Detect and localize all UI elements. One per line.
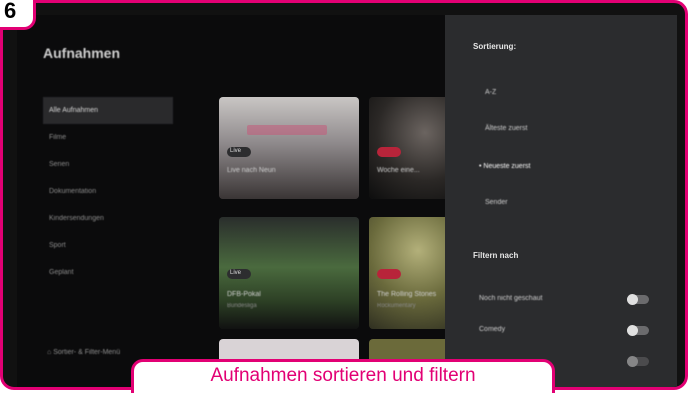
nav-item-kids[interactable]: Kindersendungen <box>43 205 173 232</box>
card-title: Woche eine... <box>377 167 420 174</box>
nav-item-series[interactable]: Serien <box>43 151 173 178</box>
nav-item-scheduled[interactable]: Geplant <box>43 259 173 286</box>
filter-label: Comedy <box>479 326 506 333</box>
tv-screen: Aufnahmen Alle Aufnahmen Filme Serien Do… <box>17 15 677 387</box>
sort-option-oldest-first[interactable]: Älteste zuerst <box>485 125 527 132</box>
sort-option-channel[interactable]: Sender <box>485 199 508 206</box>
card-title: Live nach Neun <box>227 167 276 174</box>
recording-badge <box>377 269 401 279</box>
toggle-knob <box>627 294 638 305</box>
filter-toggle[interactable] <box>627 294 649 305</box>
sort-heading: Sortierung: <box>473 42 517 51</box>
filter-toggle[interactable] <box>627 356 649 367</box>
card-subtitle: Bundesliga <box>227 303 257 309</box>
card-title: DFB-Pokal <box>227 291 261 298</box>
filter-not-watched[interactable]: Noch nicht geschaut <box>479 293 649 307</box>
menu-hint: ⌂ Sortier- & Filter-Menü <box>47 349 121 356</box>
live-badge: Live <box>227 147 251 157</box>
nav-item-all-recordings[interactable]: Alle Aufnahmen <box>43 97 173 124</box>
show-logo <box>247 125 327 135</box>
card-title: The Rolling Stones <box>377 291 437 298</box>
nav-item-documentary[interactable]: Dokumentation <box>43 178 173 205</box>
filter-toggle[interactable] <box>627 325 649 336</box>
sort-option-a-z[interactable]: A-Z <box>485 89 496 96</box>
toggle-knob <box>627 325 638 336</box>
card-subtitle: Rockumentary <box>377 303 416 309</box>
live-badge: Live <box>227 269 251 279</box>
category-nav: Alle Aufnahmen Filme Serien Dokumentatio… <box>43 97 173 286</box>
filter-comedy[interactable]: Comedy <box>479 324 649 338</box>
step-number-badge: 6 <box>0 0 36 30</box>
filter-heading: Filtern nach <box>473 251 519 260</box>
recording-badge <box>377 147 401 157</box>
page-title: Aufnahmen <box>43 45 120 61</box>
sort-filter-panel: Sortierung: A-Z Älteste zuerst • Neueste… <box>445 15 677 387</box>
nav-item-sport[interactable]: Sport <box>43 232 173 259</box>
toggle-knob <box>627 356 638 367</box>
recording-card[interactable]: Live Live nach Neun <box>219 97 359 199</box>
screenshot-frame: Aufnahmen Alle Aufnahmen Filme Serien Do… <box>0 0 688 390</box>
step-caption: Aufnahmen sortieren und filtern <box>131 359 555 393</box>
recording-card[interactable]: Live DFB-Pokal Bundesliga <box>219 217 359 329</box>
sort-option-newest-first[interactable]: • Neueste zuerst <box>479 163 530 170</box>
filter-label: Noch nicht geschaut <box>479 295 543 302</box>
nav-item-movies[interactable]: Filme <box>43 124 173 151</box>
